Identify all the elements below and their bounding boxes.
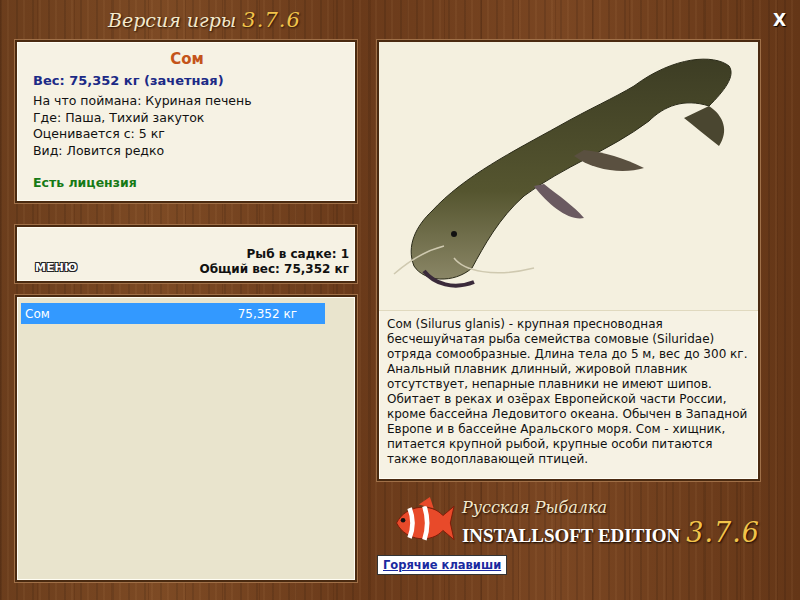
fish-detail: Вид: Ловится редко (33, 143, 341, 160)
fish-count: Рыб в садке: 1 (199, 247, 349, 262)
fish-detail: На что поймана: Куриная печень (33, 93, 341, 110)
main-area: Сом Вес: 75,352 кг (зачетная) На что пой… (0, 40, 800, 600)
summary-panel: МЕНЮ Рыб в садке: 1 Общий вес: 75,352 кг (15, 225, 357, 283)
fish-description: Сом (Silurus glanis) - крупная пресновод… (379, 311, 758, 479)
fish-picture (379, 42, 758, 311)
striped-fish-icon (391, 495, 456, 551)
title-bar: Версия игры 3.7.6 X (0, 0, 800, 40)
close-button[interactable]: X (769, 8, 790, 32)
hotkeys-button[interactable]: Горячие клавиши (377, 555, 507, 575)
total-weight: Общий вес: 75,352 кг (199, 262, 349, 277)
menu-button[interactable]: МЕНЮ (35, 261, 80, 277)
fish-name: Сом (33, 50, 341, 68)
fish-card: Сом (Silurus glanis) - крупная пресновод… (377, 40, 760, 481)
summary-totals: Рыб в садке: 1 Общий вес: 75,352 кг (199, 247, 349, 277)
game-logo: Русская Рыбалка INSTALLSOFT EDITION 3.7.… (377, 495, 760, 551)
fish-details: На что поймана: Куриная печеньГде: Паша,… (33, 93, 341, 159)
fish-weight: Вес: 75,352 кг (зачетная) (33, 72, 341, 89)
license-status: Есть лицензия (33, 175, 341, 195)
catch-weight: 75,352 кг (238, 307, 297, 321)
title-text: Версия игры (108, 9, 236, 31)
right-column: Сом (Silurus glanis) - крупная пресновод… (377, 40, 760, 600)
window-title: Версия игры 3.7.6 (108, 8, 301, 32)
logo-version: 3.7.6 (686, 517, 760, 548)
fish-detail: Оценивается с: 5 кг (33, 126, 341, 143)
logo-edition-line: INSTALLSOFT EDITION 3.7.6 (462, 517, 760, 548)
catch-list: Сом 75,352 кг (15, 295, 357, 582)
logo-title: Русская Рыбалка (462, 498, 760, 517)
catch-name: Сом (25, 307, 50, 321)
catfish-icon (384, 46, 754, 306)
title-version: 3.7.6 (242, 8, 300, 32)
logo-texts: Русская Рыбалка INSTALLSOFT EDITION 3.7.… (462, 498, 760, 548)
fish-detail: Где: Паша, Тихий закуток (33, 110, 341, 127)
fish-info-panel: Сом Вес: 75,352 кг (зачетная) На что пой… (15, 40, 357, 203)
logo-edition: INSTALLSOFT EDITION (462, 525, 680, 547)
catch-row[interactable]: Сом 75,352 кг (21, 303, 325, 324)
left-column: Сом Вес: 75,352 кг (зачетная) На что пой… (15, 40, 357, 600)
